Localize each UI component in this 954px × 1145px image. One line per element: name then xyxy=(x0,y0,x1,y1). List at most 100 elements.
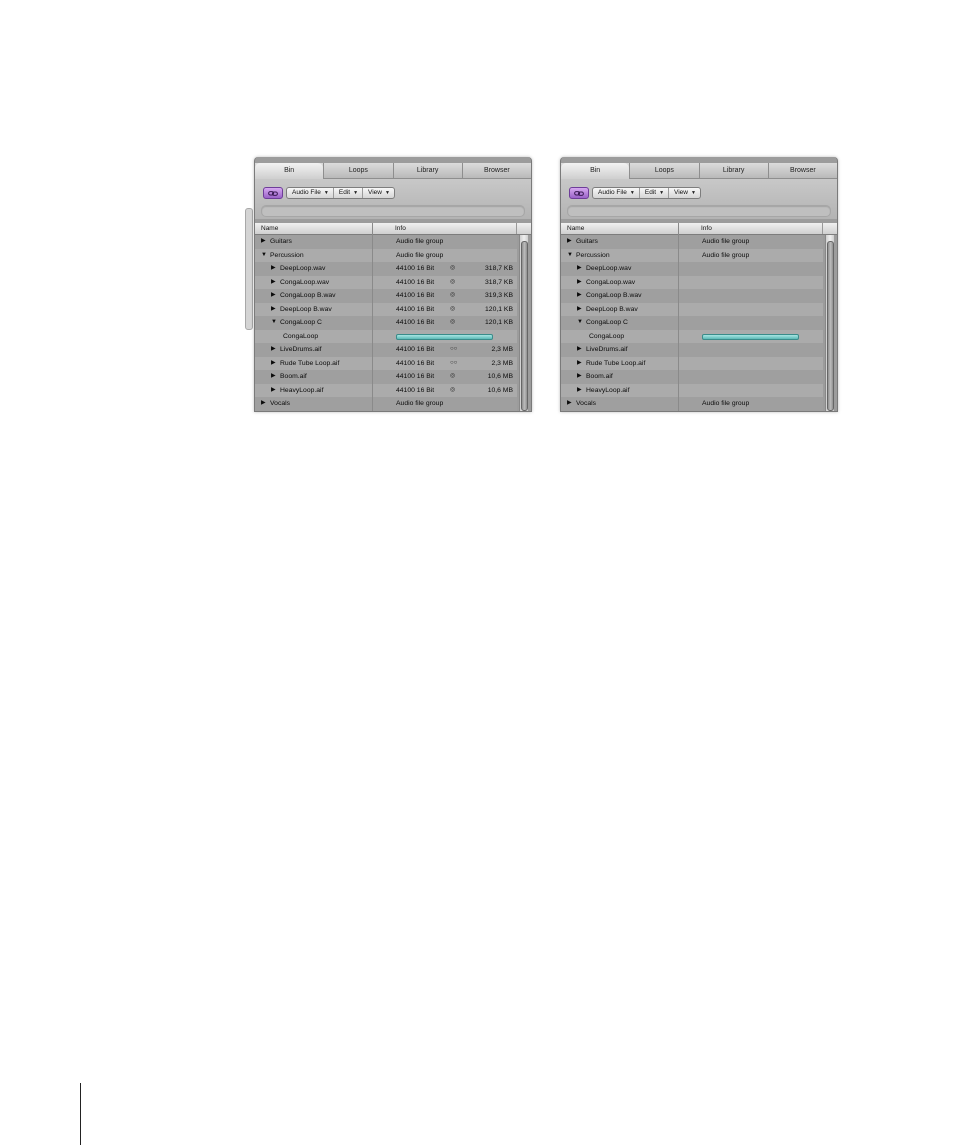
list-item[interactable]: ▶ DeepLoop.wav xyxy=(561,262,823,276)
disclosure-triangle-open-icon[interactable]: ▼ xyxy=(577,316,583,330)
list-item[interactable]: ▶ Rude Tube Loop.aif 44100 16 Bit ○○ 2,3 MB xyxy=(255,356,517,371)
list-item-name: LiveDrums.aif xyxy=(586,346,628,353)
tab-library[interactable]: Library xyxy=(698,163,768,178)
disclosure-triangle-open-icon[interactable]: ▼ xyxy=(271,316,277,330)
audio-file-menu[interactable]: Audio File ▼ xyxy=(287,188,333,198)
disclosure-triangle-icon[interactable]: ▶ xyxy=(577,262,582,276)
list-item[interactable]: ▶ Guitars Audio file group xyxy=(255,235,517,249)
vertical-scrollbar[interactable] xyxy=(519,235,528,411)
disclosure-triangle-icon[interactable]: ▶ xyxy=(271,276,276,290)
link-button[interactable] xyxy=(263,187,283,199)
tab-loops[interactable]: Loops xyxy=(629,163,698,178)
column-line xyxy=(372,223,373,411)
list-item-info: 44100 16 Bit xyxy=(396,373,435,380)
disclosure-triangle-icon[interactable]: ▶ xyxy=(567,235,572,249)
tab-browser[interactable]: Browser xyxy=(461,163,531,178)
region-row[interactable]: CongaLoop xyxy=(561,329,823,343)
tab-browser[interactable]: Browser xyxy=(767,163,837,178)
region-waveform-bar[interactable] xyxy=(396,333,493,340)
list-item[interactable]: ▼ Percussion Audio file group xyxy=(255,248,517,263)
link-icon xyxy=(574,190,584,196)
disclosure-triangle-icon[interactable]: ▶ xyxy=(271,289,276,303)
bin-panel-left: Bin Loops Library Browser Audio File ▼ Ed… xyxy=(254,157,532,412)
list-item[interactable]: ▶ Boom.aif 44100 16 Bit ◎ 10,6 MB xyxy=(255,370,517,384)
list-item[interactable]: ▶ CongaLoop B.wav xyxy=(561,289,823,303)
disclosure-triangle-icon[interactable]: ▶ xyxy=(261,397,266,411)
disclosure-triangle-icon[interactable]: ▶ xyxy=(577,276,582,290)
stereo-icon: ◎ xyxy=(450,373,456,379)
disclosure-triangle-icon[interactable]: ▶ xyxy=(577,357,582,371)
list-item[interactable]: ▶ CongaLoop B.wav 44100 16 Bit ◎ 319,3 KB xyxy=(255,289,517,303)
list-item[interactable]: ▶ Vocals Audio file group xyxy=(255,397,517,411)
list-item-name: Rude Tube Loop.aif xyxy=(586,359,646,367)
list-item[interactable]: ▶ Guitars Audio file group xyxy=(561,235,823,249)
edit-menu-label: Edit xyxy=(644,189,657,196)
disclosure-triangle-icon[interactable]: ▶ xyxy=(271,357,276,371)
list-item[interactable]: ▼ CongaLoop C xyxy=(561,316,823,330)
list-item[interactable]: ▶ Rude Tube Loop.aif xyxy=(561,356,823,371)
view-menu[interactable]: View ▼ xyxy=(668,188,700,198)
disclosure-triangle-icon[interactable]: ▶ xyxy=(577,303,582,317)
tab-bar: Bin Loops Library Browser xyxy=(255,163,531,179)
tab-bin[interactable]: Bin xyxy=(561,163,630,179)
disclosure-triangle-icon[interactable]: ▶ xyxy=(577,384,582,398)
list-item[interactable]: ▼ CongaLoop C 44100 16 Bit ◎ 120,1 KB xyxy=(255,316,517,330)
column-header-name[interactable]: Name xyxy=(261,223,278,234)
list-item[interactable]: ▶ DeepLoop.wav 44100 16 Bit ◎ 318,7 KB xyxy=(255,262,517,276)
disclosure-triangle-icon[interactable]: ▶ xyxy=(271,370,276,384)
search-field[interactable] xyxy=(261,205,525,217)
disclosure-triangle-icon[interactable]: ▶ xyxy=(261,235,266,249)
list-item-name: Guitars xyxy=(270,238,292,245)
column-header-name[interactable]: Name xyxy=(567,223,584,234)
vertical-scrollbar[interactable] xyxy=(825,235,834,411)
disclosure-triangle-icon[interactable]: ▶ xyxy=(577,343,582,357)
list-item[interactable]: ▶ HeavyLoop.aif 44100 16 Bit ◎ 10,6 MB xyxy=(255,383,517,398)
list-item[interactable]: ▶ Boom.aif xyxy=(561,370,823,384)
disclosure-triangle-icon[interactable]: ▶ xyxy=(271,303,276,317)
list-item[interactable]: ▼ Percussion Audio file group xyxy=(561,248,823,263)
disclosure-triangle-icon[interactable]: ▶ xyxy=(577,370,582,384)
list-item-size: 2,3 MB xyxy=(491,359,513,367)
edit-menu[interactable]: Edit ▼ xyxy=(638,188,668,198)
disclosure-triangle-icon[interactable]: ▶ xyxy=(577,289,582,303)
column-header-info[interactable]: Info xyxy=(395,223,406,234)
list-item-name: CongaLoop.wav xyxy=(586,278,636,286)
list-item-info: 44100 16 Bit xyxy=(396,346,435,353)
region-row[interactable]: CongaLoop xyxy=(255,329,517,343)
list-item-info: Audio file group xyxy=(396,238,444,245)
disclosure-triangle-icon[interactable]: ▶ xyxy=(271,343,276,357)
list-item[interactable]: ▶ Vocals Audio file group xyxy=(561,397,823,411)
disclosure-triangle-open-icon[interactable]: ▼ xyxy=(567,249,573,263)
tab-loops[interactable]: Loops xyxy=(323,163,392,178)
list-item[interactable]: ▶ DeepLoop B.wav 44100 16 Bit ◎ 120,1 KB xyxy=(255,302,517,317)
view-menu[interactable]: View ▼ xyxy=(362,188,394,198)
chevron-down-icon: ▼ xyxy=(659,190,665,196)
stereo-icon: ◎ xyxy=(450,305,456,312)
tab-bin[interactable]: Bin xyxy=(255,163,324,179)
disclosure-triangle-icon[interactable]: ▶ xyxy=(271,384,276,398)
list-item[interactable]: ▶ CongaLoop.wav 44100 16 Bit ◎ 318,7 KB xyxy=(255,275,517,290)
list-item[interactable]: ▶ DeepLoop B.wav xyxy=(561,302,823,317)
menu-group: Audio File ▼ Edit ▼ View ▼ xyxy=(286,187,395,199)
column-header-info[interactable]: Info xyxy=(701,223,712,234)
search-field[interactable] xyxy=(567,205,831,217)
list-item[interactable]: ▶ LiveDrums.aif xyxy=(561,343,823,357)
stereo-icon: ◎ xyxy=(450,292,456,298)
link-button[interactable] xyxy=(569,187,589,199)
list-item[interactable]: ▶ CongaLoop.wav xyxy=(561,275,823,290)
tab-bar: Bin Loops Library Browser xyxy=(561,163,837,179)
scroll-thumb[interactable] xyxy=(521,241,528,411)
disclosure-triangle-icon[interactable]: ▶ xyxy=(567,397,572,411)
region-waveform-bar[interactable] xyxy=(702,333,799,340)
file-list: ▶ Guitars Audio file group ▼ Percussion Audio… xyxy=(255,235,517,411)
stereo-icon: ◎ xyxy=(450,319,456,325)
scroll-thumb[interactable] xyxy=(827,241,834,411)
edit-menu[interactable]: Edit ▼ xyxy=(332,188,362,198)
audio-file-menu[interactable]: Audio File ▼ xyxy=(593,188,639,198)
tab-library[interactable]: Library xyxy=(392,163,462,178)
list-item[interactable]: ▶ HeavyLoop.aif xyxy=(561,383,823,398)
list-item-name: Rude Tube Loop.aif xyxy=(280,359,340,367)
list-item[interactable]: ▶ LiveDrums.aif 44100 16 Bit ○○ 2,3 MB xyxy=(255,343,517,357)
disclosure-triangle-open-icon[interactable]: ▼ xyxy=(261,249,267,263)
disclosure-triangle-icon[interactable]: ▶ xyxy=(271,262,276,276)
